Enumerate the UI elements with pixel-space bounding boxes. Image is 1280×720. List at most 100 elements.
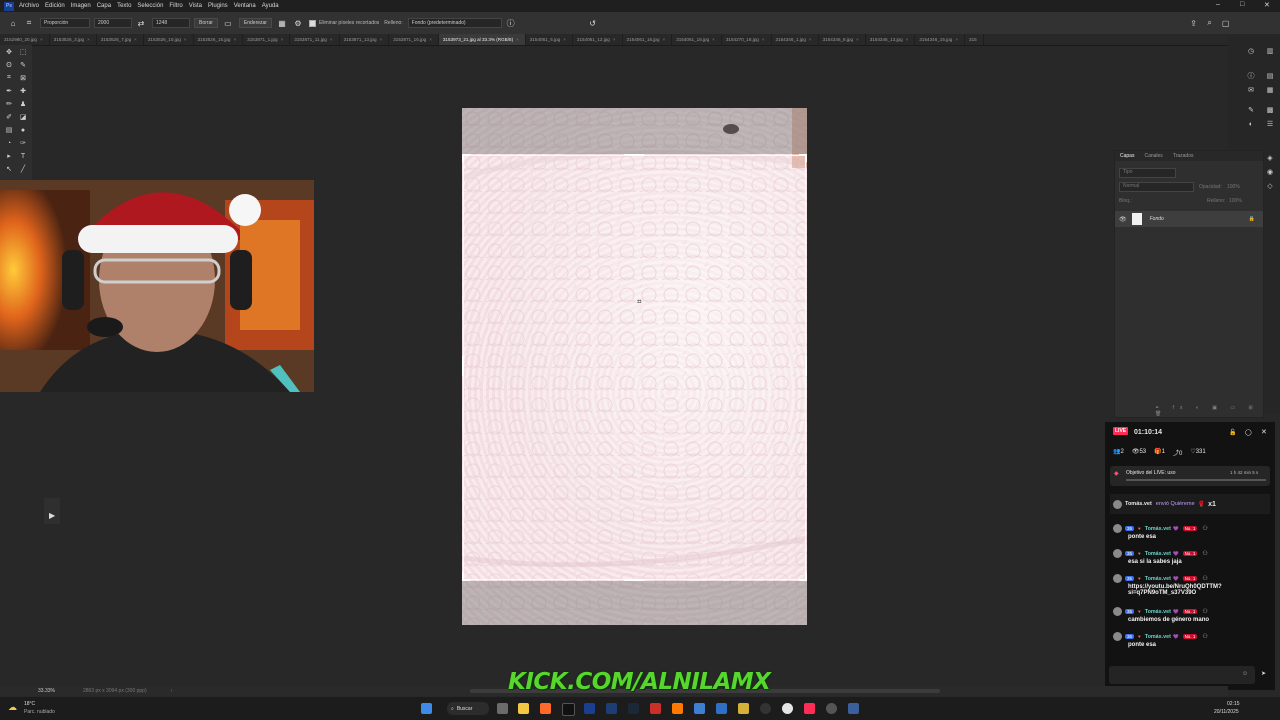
tab-close-icon[interactable]: × (184, 37, 187, 42)
adjustments-icon[interactable]: ◐ (1247, 120, 1255, 128)
send-icon[interactable]: ➤ (1261, 670, 1266, 677)
marquee-tool-icon[interactable]: ⬚ (18, 47, 28, 57)
brush-icon[interactable]: ✏ (4, 99, 14, 109)
tab-close-icon[interactable]: × (762, 37, 765, 42)
opacity-value[interactable]: 100% (1227, 184, 1240, 190)
info-panel-icon[interactable]: ⓘ (1247, 72, 1255, 80)
windows-start-icon[interactable] (421, 703, 432, 714)
camera-app-icon[interactable] (497, 703, 508, 714)
menu-filtro[interactable]: Filtro (169, 3, 182, 9)
document-tab[interactable]: 3153871_13.jpg × (340, 34, 390, 45)
straighten-icon[interactable]: ▭ (223, 18, 233, 28)
straighten-button[interactable]: Enderezar (238, 18, 272, 28)
document-tab[interactable]: 3154061_16.jpg × (623, 34, 673, 45)
tab-close-icon[interactable]: × (563, 37, 566, 42)
tab-close-icon[interactable]: × (613, 37, 616, 42)
search-app-icon[interactable] (672, 703, 683, 714)
tiktok-icon[interactable] (804, 703, 815, 714)
app-red-icon[interactable] (650, 703, 661, 714)
frame-tool-icon[interactable]: ⊠ (18, 73, 28, 83)
grid-overlay-icon[interactable]: ▦ (277, 18, 287, 28)
document-tab[interactable]: 3153526_10.jpg × (144, 34, 194, 45)
document-tab[interactable]: 3153526_15.jpg × (194, 34, 244, 45)
clock-time[interactable]: 02:15 (1227, 701, 1240, 707)
document-tab-active[interactable]: 3153973_21.jpg al 33.3% (RGB/8) × (438, 34, 526, 45)
crop-handle-tr-v[interactable] (805, 154, 807, 162)
panel-icon[interactable]: ▥ (1266, 47, 1274, 55)
paths-icon[interactable]: ◇ (1266, 182, 1274, 190)
emoji-icon[interactable]: ☺ (1242, 671, 1248, 677)
swap-icon[interactable]: ⇄ (136, 18, 146, 28)
layer-row-fondo[interactable]: 👁 Fondo 🔒 (1115, 211, 1263, 227)
layer-filter-input[interactable]: Tipo (1119, 168, 1176, 178)
crop-handle-br-v[interactable] (805, 573, 807, 581)
document-tab[interactable]: 3153526_7.jpg × (97, 34, 144, 45)
tab-close-icon[interactable]: × (712, 37, 715, 42)
menu-seleccion[interactable]: Selección (137, 3, 163, 9)
stamp-icon[interactable]: ♟ (18, 99, 28, 109)
document-tab[interactable]: 3154346_13.jpg × (866, 34, 916, 45)
path-select-icon[interactable]: ▸ (4, 151, 14, 161)
calculator-icon[interactable] (716, 703, 727, 714)
pen-icon[interactable]: ✑ (18, 138, 28, 148)
settings-icon[interactable]: ⚙ (293, 18, 303, 28)
menu-archivo[interactable]: Archivo (19, 3, 39, 9)
document-tab[interactable]: 3154346_15.jpg × (915, 34, 966, 45)
user-action-icon[interactable]: ⚇ (1202, 575, 1207, 582)
minimize-icon[interactable]: – (1216, 1, 1220, 8)
history-icon[interactable]: ◷ (1247, 47, 1255, 55)
crop-icon[interactable]: ⌗ (4, 73, 14, 83)
tab-close-icon[interactable]: × (856, 37, 859, 42)
crop-tool-icon[interactable]: ⌗ (24, 18, 34, 28)
user-action-icon[interactable]: ⚇ (1202, 550, 1207, 557)
photoshop-logo[interactable]: Ps (4, 1, 14, 11)
media-player-icon[interactable] (760, 703, 771, 714)
dodge-icon[interactable]: ◔ (4, 138, 14, 148)
height-field[interactable]: 1248 (152, 18, 190, 28)
tab-close-icon[interactable]: × (281, 37, 284, 42)
blur-icon[interactable]: ● (18, 125, 28, 135)
menu-ventana[interactable]: Ventana (234, 3, 256, 9)
tab-close-icon[interactable]: × (809, 37, 812, 42)
obs-icon[interactable] (826, 703, 837, 714)
chat-message[interactable]: 35 ♥ Tomás.vet 💜 No. 1 ⚇ cambiemos de género m… (1113, 607, 1271, 623)
width-field[interactable]: 2000 (94, 18, 132, 28)
ratio-select[interactable]: Proporción (40, 18, 90, 28)
weather-icon[interactable]: ☁ (8, 702, 17, 713)
live-goal-card[interactable]: ◆ Objetivo del LIVE: uso 1 h 42 min 5 s (1110, 466, 1270, 486)
document-tab[interactable]: 3154061_5.jpg × (526, 34, 573, 45)
eyedropper-icon[interactable]: ✒ (4, 86, 14, 96)
line-tool-icon[interactable]: ╱ (18, 164, 28, 174)
tab-close-icon[interactable]: × (330, 37, 333, 42)
brave-browser-icon[interactable] (540, 703, 551, 714)
document-tab[interactable]: 3153871_16.jpg × (389, 34, 439, 45)
quick-select-icon[interactable]: ✎ (18, 60, 28, 70)
crop-handle-bl-v[interactable] (462, 573, 464, 581)
tab-close-icon[interactable]: × (516, 37, 519, 42)
blend-mode-select[interactable]: Normal (1119, 182, 1194, 192)
layers-icon[interactable]: ◈ (1266, 154, 1274, 162)
tab-capas[interactable]: Capas (1120, 153, 1134, 159)
layer-footer-icons[interactable]: ⚭ fx ◐ ▣ ▭ ⊞ 🗑 (1155, 405, 1263, 417)
crop-handle-left[interactable] (462, 356, 464, 376)
user-action-icon[interactable]: ⚇ (1202, 633, 1207, 640)
document-tab[interactable]: 3152980_20.jpg × (0, 34, 50, 45)
menu-ayuda[interactable]: Ayuda (262, 3, 279, 9)
document-tab[interactable]: 3154346_8.jpg × (819, 34, 866, 45)
chrome-icon[interactable] (782, 703, 793, 714)
chat-message[interactable]: 35 ♥ Tomás.vet 💜 No. 1 ⚇ https://youtu.be/NruQ… (1113, 574, 1271, 596)
crop-box[interactable] (462, 154, 807, 581)
eraser-icon[interactable]: ◪ (18, 112, 28, 122)
properties-icon[interactable]: ☰ (1266, 120, 1274, 128)
tab-trazados[interactable]: Trazados (1173, 153, 1194, 159)
menu-imagen[interactable]: Imagen (71, 3, 91, 9)
direct-select-icon[interactable]: ↖ (4, 164, 14, 174)
info-icon[interactable]: ⓘ (506, 18, 516, 28)
tab-close-icon[interactable]: × (233, 37, 236, 42)
lasso-tool-icon[interactable]: ʘ (4, 60, 14, 70)
document-tab[interactable]: 3153871_1.jpg × (243, 34, 291, 45)
menu-vista[interactable]: Vista (189, 3, 202, 9)
document-tab[interactable]: 3154270_18.jpg × (722, 34, 772, 45)
fill-opacity-value[interactable]: 100% (1229, 198, 1242, 204)
panel-close-icon[interactable]: ✕ (1261, 428, 1267, 436)
